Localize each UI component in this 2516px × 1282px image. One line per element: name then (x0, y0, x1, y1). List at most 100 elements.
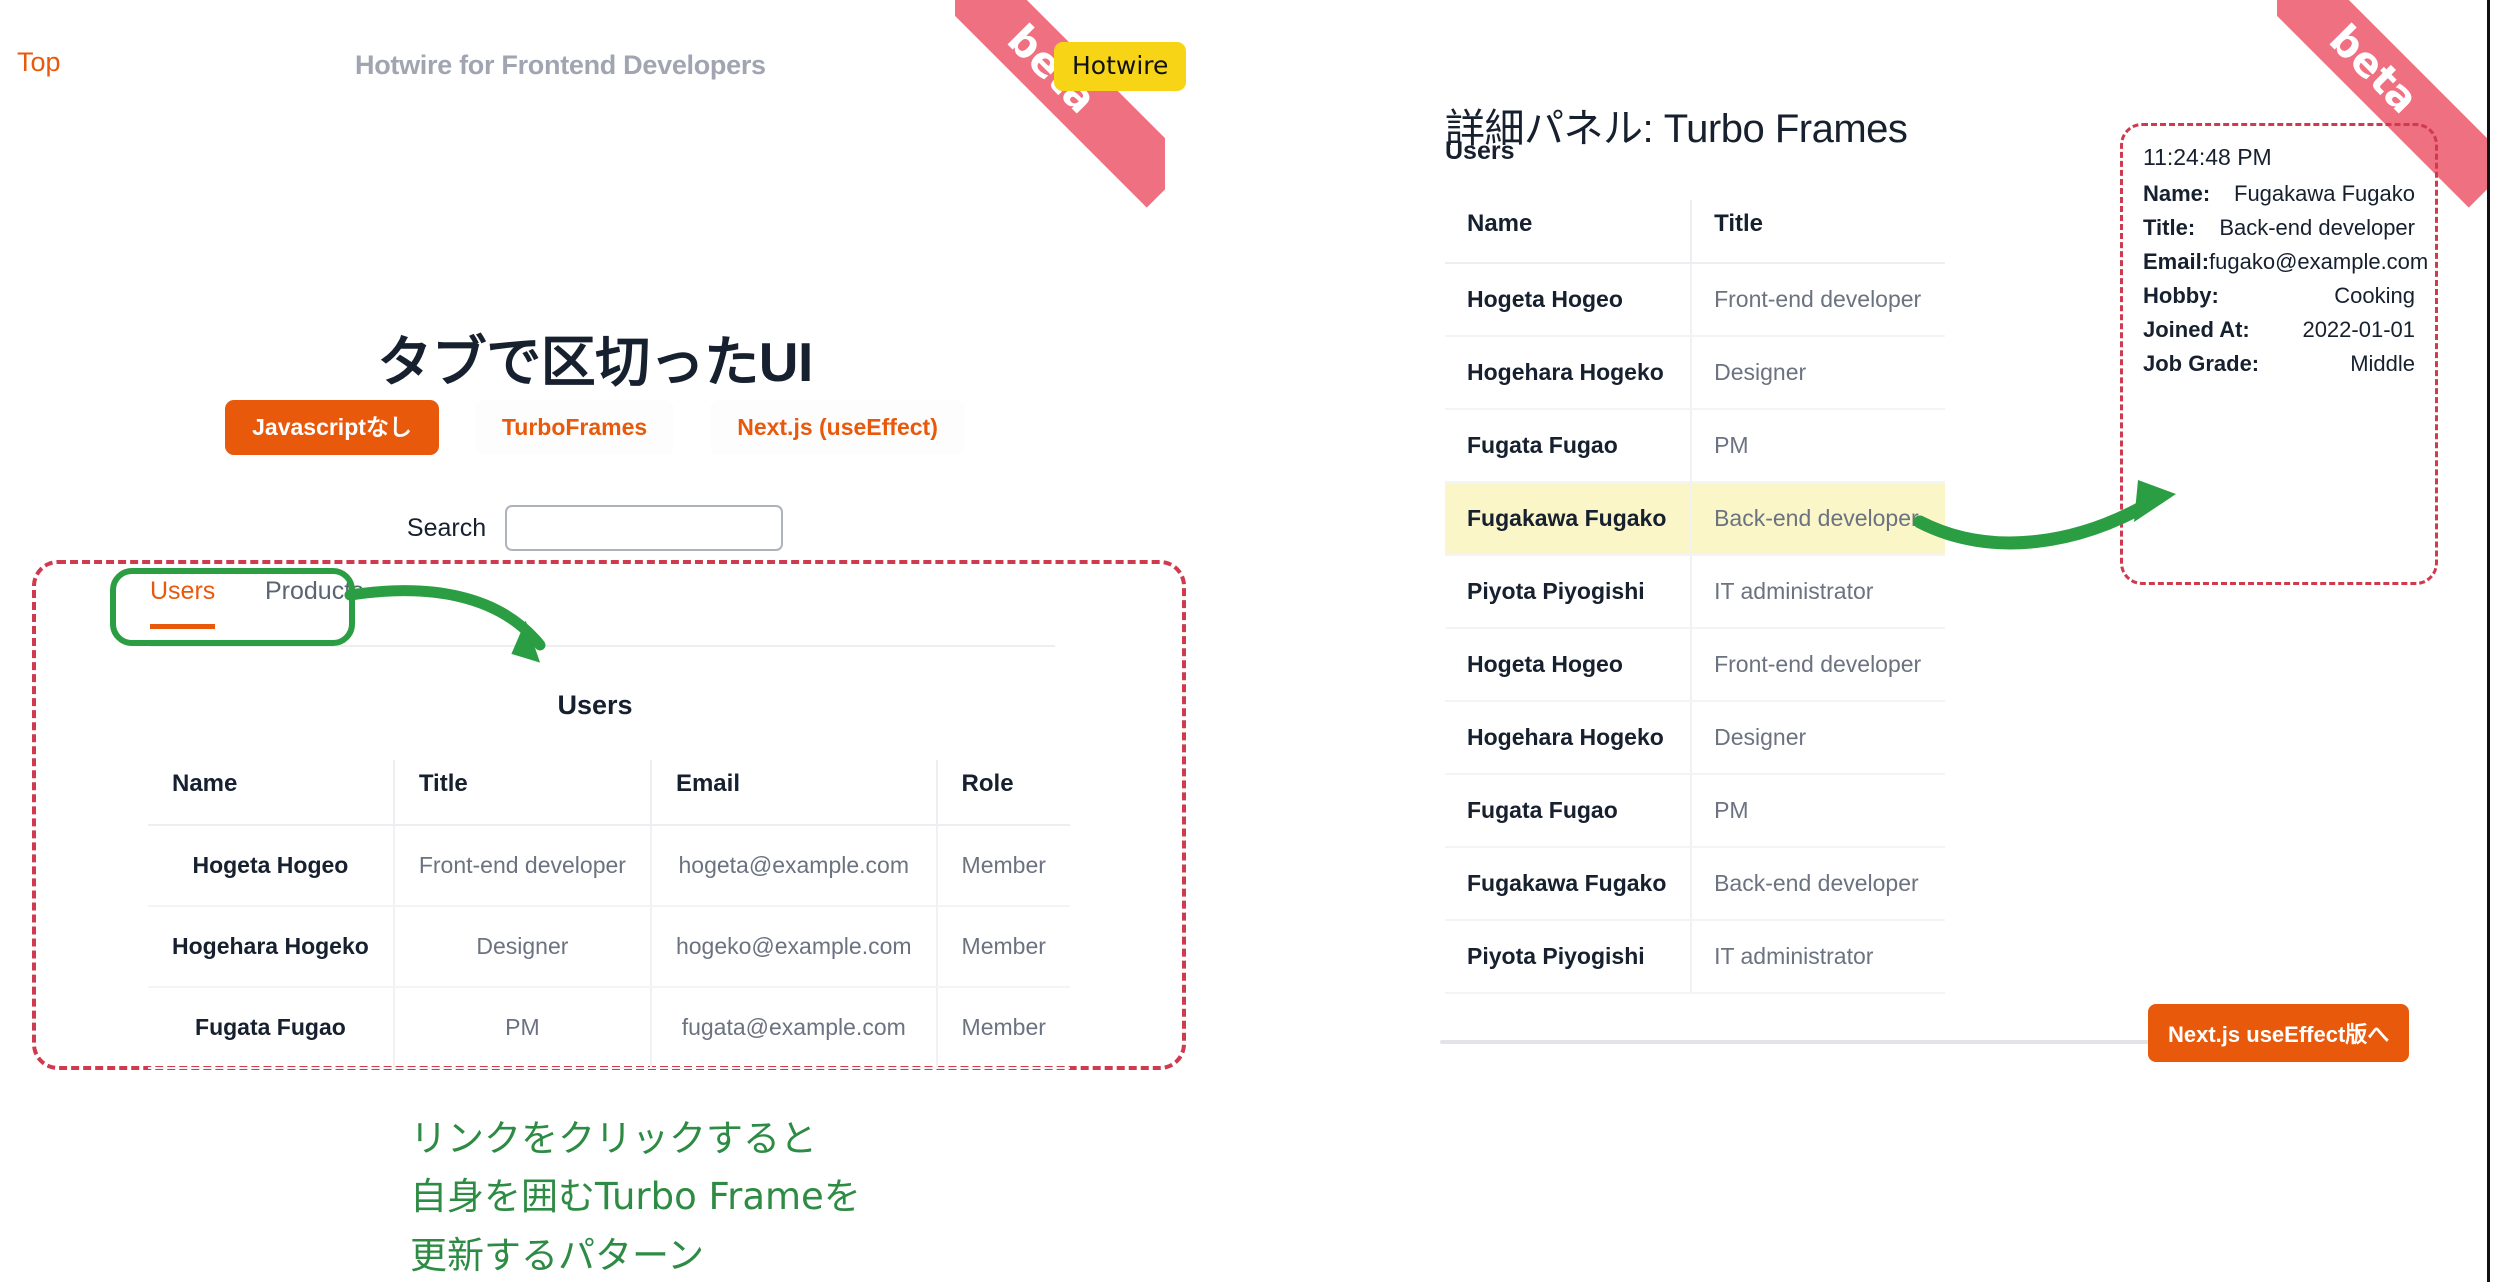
detail-timestamp: 11:24:48 PM (2143, 144, 2272, 170)
column-header-title: Title (393, 760, 652, 826)
detail-row: Hobby: Cooking (2143, 283, 2415, 309)
top-link[interactable]: Top (17, 47, 61, 78)
detail-row: Job Grade: Middle (2143, 351, 2415, 377)
table-row[interactable]: Piyota Piyogishi IT administrator (1445, 555, 1945, 629)
cell-name[interactable]: Piyota Piyogishi (1445, 920, 1693, 994)
table-row[interactable]: Hogehara Hogeko Designer (1445, 701, 1945, 775)
cell-name[interactable]: Fugakawa Fugako (1445, 482, 1693, 556)
table-row[interactable]: Fugata Fugao PM (1445, 409, 1945, 483)
detail-row: Joined At: 2022-01-01 (2143, 317, 2415, 343)
inner-tab-products[interactable]: Products (265, 577, 364, 624)
cell-title: PM (1691, 409, 1945, 483)
tab-javascript-nashi[interactable]: Javascriptなし (225, 400, 439, 456)
column-header-name: Name (1445, 200, 1693, 264)
cell-name: Fugata Fugao (148, 987, 395, 1069)
detail-value-name: Fugakawa Fugako (2234, 181, 2415, 206)
search-input[interactable] (505, 505, 784, 551)
cell-title: IT administrator (1691, 555, 1945, 629)
cell-email: hogeta@example.com (650, 825, 938, 907)
cell-name: Hogeta Hogeo (148, 825, 395, 907)
table-row[interactable]: Hogehara Hogeko Designer hogeko@example.… (148, 906, 1070, 988)
search-label: Search (406, 513, 487, 542)
cell-role: Member (936, 906, 1070, 988)
cell-title: PM (1691, 774, 1945, 848)
right-users-table: Name Title Hogeta Hogeo Front-end develo… (1445, 200, 1945, 994)
left-panel: Top Hotwire for Frontend Developers beta… (0, 0, 1400, 1282)
beta-ribbon-left: beta (955, 0, 1165, 210)
cell-title: Back-end developer (1691, 482, 1945, 556)
cell-title: Front-end developer (1691, 263, 1945, 337)
right-panel-subtitle: Users (1445, 137, 1515, 165)
cell-title: PM (393, 987, 652, 1069)
cell-name[interactable]: Piyota Piyogishi (1445, 555, 1693, 629)
cell-role: Member (936, 987, 1070, 1069)
column-header-role: Role (936, 760, 1070, 826)
panel-divider (2487, 0, 2490, 1282)
cell-name[interactable]: Fugata Fugao (1445, 774, 1693, 848)
tab-turboframes[interactable]: TurboFrames (474, 400, 675, 456)
hotwire-badge[interactable]: Hotwire (1054, 42, 1187, 91)
detail-value-email: fugako@example.com (2209, 249, 2429, 274)
cell-email: fugata@example.com (650, 987, 938, 1069)
column-header-email: Email (650, 760, 938, 826)
table-row[interactable]: Piyota Piyogishi IT administrator (1445, 920, 1945, 994)
search-row: Search (0, 505, 1190, 551)
detail-turbo-frame: 11:24:48 PM Name: Fugakawa Fugako Title:… (2120, 123, 2438, 585)
cell-title: Designer (1691, 336, 1945, 410)
beta-ribbon-label: beta (2320, 15, 2428, 123)
cell-name[interactable]: Hogehara Hogeko (1445, 701, 1693, 775)
cell-role: Member (936, 825, 1070, 907)
detail-key-name: Name: (2143, 181, 2211, 206)
table-row[interactable]: Hogehara Hogeko Designer (1445, 336, 1945, 410)
detail-row: Email: fugako@example.com (2143, 249, 2428, 275)
cell-name[interactable]: Hogeta Hogeo (1445, 628, 1693, 702)
column-header-name: Name (148, 760, 395, 826)
cell-title: Back-end developer (1691, 847, 1945, 921)
cell-name[interactable]: Hogehara Hogeko (1445, 336, 1693, 410)
detail-key-hobby: Hobby: (2143, 283, 2219, 308)
inner-tabs: Users Products (150, 577, 1055, 647)
detail-row: Name: Fugakawa Fugako (2143, 181, 2415, 207)
users-table: Name Title Email Role Hogeta Hogeo Front… (148, 760, 1070, 1069)
detail-key-email: Email: (2143, 249, 2210, 274)
cell-title: Front-end developer (393, 825, 652, 907)
right-panel: beta 詳細パネル: Turbo Frames Users Name Titl… (1400, 0, 2487, 1282)
site-title: Hotwire for Frontend Developers (355, 50, 766, 80)
table-row[interactable]: Hogeta Hogeo Front-end developer (1445, 263, 1945, 337)
detail-value-title: Back-end developer (2219, 215, 2415, 240)
inner-tab-users[interactable]: Users (150, 577, 216, 629)
next-useeffect-button[interactable]: Next.js useEffect版へ (2148, 1004, 2410, 1062)
cell-title: Designer (393, 906, 652, 988)
detail-key-job-grade: Job Grade: (2143, 351, 2260, 376)
tab-nextjs-useeffect[interactable]: Next.js (useEffect) (710, 400, 965, 456)
cell-title: Front-end developer (1691, 628, 1945, 702)
cell-name[interactable]: Fugakawa Fugako (1445, 847, 1693, 921)
table-row-selected[interactable]: Fugakawa Fugako Back-end developer (1445, 482, 1945, 556)
tab-group: Javascriptなし TurboFrames Next.js (useEff… (0, 400, 1190, 456)
table-row[interactable]: Fugata Fugao PM (1445, 774, 1945, 848)
detail-value-hobby: Cooking (2334, 283, 2415, 308)
table-row[interactable]: Fugata Fugao PM fugata@example.com Membe… (148, 987, 1070, 1069)
page-title: タブで区切ったUI (377, 330, 813, 393)
detail-row: Title: Back-end developer (2143, 215, 2415, 241)
cell-email: hogeko@example.com (650, 906, 938, 988)
detail-value-job-grade: Middle (2350, 351, 2415, 376)
detail-field-list: Name: Fugakawa Fugako Title: Back-end de… (2143, 181, 2428, 377)
section-divider (1440, 1040, 2232, 1044)
table-header-row: Name Title (1445, 200, 1945, 264)
table-row[interactable]: Hogeta Hogeo Front-end developer hogeta@… (148, 825, 1070, 907)
cell-name[interactable]: Hogeta Hogeo (1445, 263, 1693, 337)
table-row[interactable]: Fugakawa Fugako Back-end developer (1445, 847, 1945, 921)
cell-title: IT administrator (1691, 920, 1945, 994)
cell-name: Hogehara Hogeko (148, 906, 395, 988)
table-header-row: Name Title Email Role (148, 760, 1070, 826)
table-row[interactable]: Hogeta Hogeo Front-end developer (1445, 628, 1945, 702)
column-header-title: Title (1691, 200, 1945, 264)
cell-name[interactable]: Fugata Fugao (1445, 409, 1693, 483)
detail-value-joined-at: 2022-01-01 (2302, 317, 2415, 342)
beta-ribbon-band: beta (955, 0, 1165, 208)
cell-title: Designer (1691, 701, 1945, 775)
left-annotation-text: リンクをクリックすると 自身を囲むTurbo Frameを 更新するパターン (410, 1117, 861, 1277)
detail-key-joined-at: Joined At: (2143, 317, 2250, 342)
table-caption: Users (557, 690, 633, 720)
